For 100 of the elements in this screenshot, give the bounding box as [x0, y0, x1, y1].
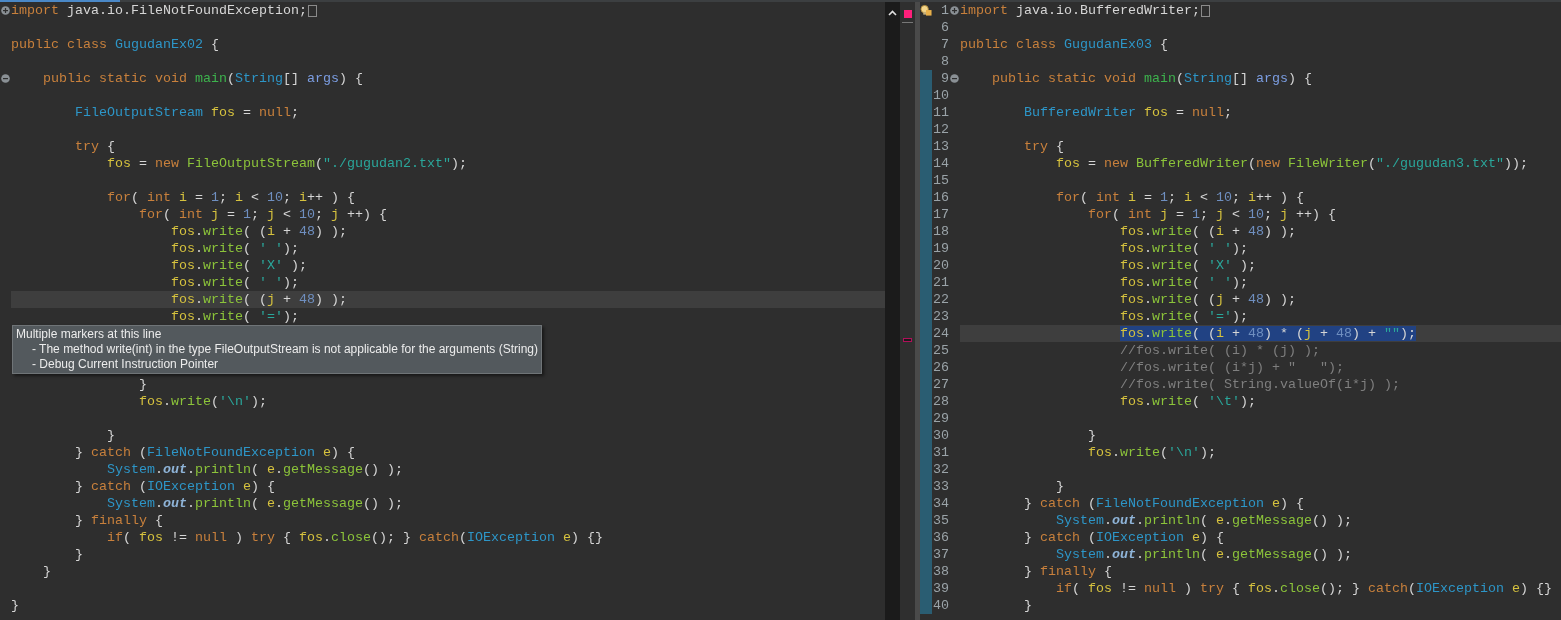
- line-number: 19: [932, 240, 949, 257]
- tooltip-title: Multiple markers at this line: [16, 327, 163, 342]
- line-number: 21: [932, 274, 949, 291]
- code-line: fos.write( (i + 48) );: [169, 223, 347, 240]
- line-number: 37: [932, 546, 949, 563]
- collapse-icon[interactable]: [950, 74, 959, 83]
- line-number: 14: [932, 155, 949, 172]
- code-line: fos.write( (j + 48) );: [169, 291, 347, 308]
- expand-icon[interactable]: [950, 6, 959, 15]
- line-number: 26: [932, 359, 949, 376]
- code-line: }: [1023, 597, 1032, 614]
- expand-icon[interactable]: [1, 6, 10, 15]
- line-number: 6: [940, 19, 949, 36]
- code-line: } catch (FileNotFoundException e) {: [1023, 495, 1304, 512]
- code-line: fos.write( ' ');: [1118, 274, 1248, 291]
- line-number: 15: [932, 172, 949, 189]
- caret-up-icon[interactable]: [888, 10, 897, 16]
- collapse-icon[interactable]: [1, 74, 10, 83]
- line-number: 7: [940, 36, 949, 53]
- code-line: }: [42, 563, 51, 580]
- code-line: System.out.println( e.getMessage() );: [105, 495, 403, 512]
- code-line: import java.io.BufferedWriter;: [960, 2, 1200, 19]
- code-line: for( int i = 1; i < 10; i++ ) {: [105, 189, 355, 206]
- line-number: 40: [932, 597, 949, 614]
- code-line: }: [1086, 427, 1096, 444]
- code-line: //fos.write( String.valueOf(i*j) );: [1118, 376, 1400, 393]
- line-number: 39: [932, 580, 949, 597]
- line-number: 25: [932, 342, 949, 359]
- code-line: } catch (IOException e) {: [74, 478, 275, 495]
- line-number: 10: [932, 87, 949, 104]
- line-number: 13: [932, 138, 949, 155]
- code-line: for( int j = 1; j < 10; j ++) {: [137, 206, 387, 223]
- code-line: fos.write( '=');: [1118, 308, 1248, 325]
- code-line: public class GugudanEx02 {: [11, 36, 219, 53]
- code-line: for( int i = 1; i < 10; i++ ) {: [1054, 189, 1304, 206]
- line-number: 30: [932, 427, 949, 444]
- code-line: }: [1054, 478, 1064, 495]
- folded-code-icon[interactable]: [307, 4, 317, 17]
- code-line: } catch (FileNotFoundException e) {: [74, 444, 355, 461]
- line-number: 34: [932, 495, 949, 512]
- code-line: //fos.write( (i) * (j) );: [1118, 342, 1320, 359]
- line-number: 9: [940, 70, 949, 87]
- line-number: 1: [940, 2, 949, 19]
- line-number: 12: [932, 121, 949, 138]
- code-line: fos.write( (i + 48) );: [1118, 223, 1296, 240]
- error-marker[interactable]: [903, 337, 912, 342]
- line-number: 29: [932, 410, 949, 427]
- code-line: FileOutputStream fos = null;: [74, 104, 299, 121]
- code-line: if( fos != null ) try { fos.close(); } catch(IOException e) {}: [105, 529, 603, 546]
- code-line: try {: [74, 138, 115, 155]
- code-line: fos.write( '=');: [169, 308, 299, 325]
- code-line: fos.write( ' ');: [169, 274, 299, 291]
- code-line: System.out.println( e.getMessage() );: [1054, 512, 1352, 529]
- code-line: fos.write('\n');: [137, 393, 267, 410]
- code-line: }: [137, 376, 147, 393]
- line-number: 18: [932, 223, 949, 240]
- tooltip-item: - The method write(int) in the type FileOutputStream is not applicable for the arguments (String): [31, 342, 538, 357]
- line-number: 23: [932, 308, 949, 325]
- line-number: 28: [932, 393, 949, 410]
- code-line: fos.write( '\t');: [1118, 393, 1256, 410]
- code-line: //fos.write( (i*j) + " ");: [1118, 359, 1344, 376]
- warning-lightbulb-icon[interactable]: [920, 4, 932, 17]
- line-number: 16: [932, 189, 949, 206]
- code-line: }: [11, 597, 19, 614]
- code-line: }: [105, 427, 115, 444]
- code-line: } finally {: [74, 512, 163, 529]
- line-number: 33: [932, 478, 949, 495]
- code-line: fos.write('\n');: [1086, 444, 1216, 461]
- line-number: 17: [932, 206, 949, 223]
- code-line: fos = new BufferedWriter(new FileWriter("./gugudan3.txt"));: [1054, 155, 1528, 172]
- code-line: System.out.println( e.getMessage() );: [105, 461, 403, 478]
- code-line: if( fos != null ) try { fos.close(); } catch(IOException e) {}: [1054, 580, 1552, 597]
- code-line: System.out.println( e.getMessage() );: [1054, 546, 1352, 563]
- code-line: for( int j = 1; j < 10; j ++) {: [1086, 206, 1336, 223]
- line-number: 38: [932, 563, 949, 580]
- tooltip-item: - Debug Current Instruction Pointer: [31, 357, 220, 372]
- code-line: fos.write( (j + 48) );: [1118, 291, 1296, 308]
- code-line: fos.write( ' ');: [1118, 240, 1248, 257]
- line-number: 24: [932, 325, 949, 342]
- error-indicator[interactable]: [903, 10, 912, 18]
- code-line: fos.write( ' ');: [169, 240, 299, 257]
- code-line: BufferedWriter fos = null;: [1023, 104, 1232, 121]
- code-line: fos.write( 'X' );: [1118, 257, 1256, 274]
- line-number: 11: [932, 104, 949, 121]
- code-line: public class GugudanEx03 {: [960, 36, 1168, 53]
- line-number: 22: [932, 291, 949, 308]
- folded-code-icon[interactable]: [1200, 4, 1210, 17]
- code-line: fos = new FileOutputStream("./gugudan2.txt");: [105, 155, 467, 172]
- code-line: import java.io.FileNotFoundException;: [11, 2, 307, 19]
- code-line: public static void main(String[] args) {: [42, 70, 363, 87]
- code-line: }: [74, 546, 83, 563]
- code-line: } catch (IOException e) {: [1023, 529, 1224, 546]
- line-number: 27: [932, 376, 949, 393]
- code-line: fos.write( 'X' );: [169, 257, 307, 274]
- line-number: 31: [932, 444, 949, 461]
- line-number: 36: [932, 529, 949, 546]
- line-number: 20: [932, 257, 949, 274]
- line-number: 32: [932, 461, 949, 478]
- line-number: 35: [932, 512, 949, 529]
- code-line: try {: [1023, 138, 1064, 155]
